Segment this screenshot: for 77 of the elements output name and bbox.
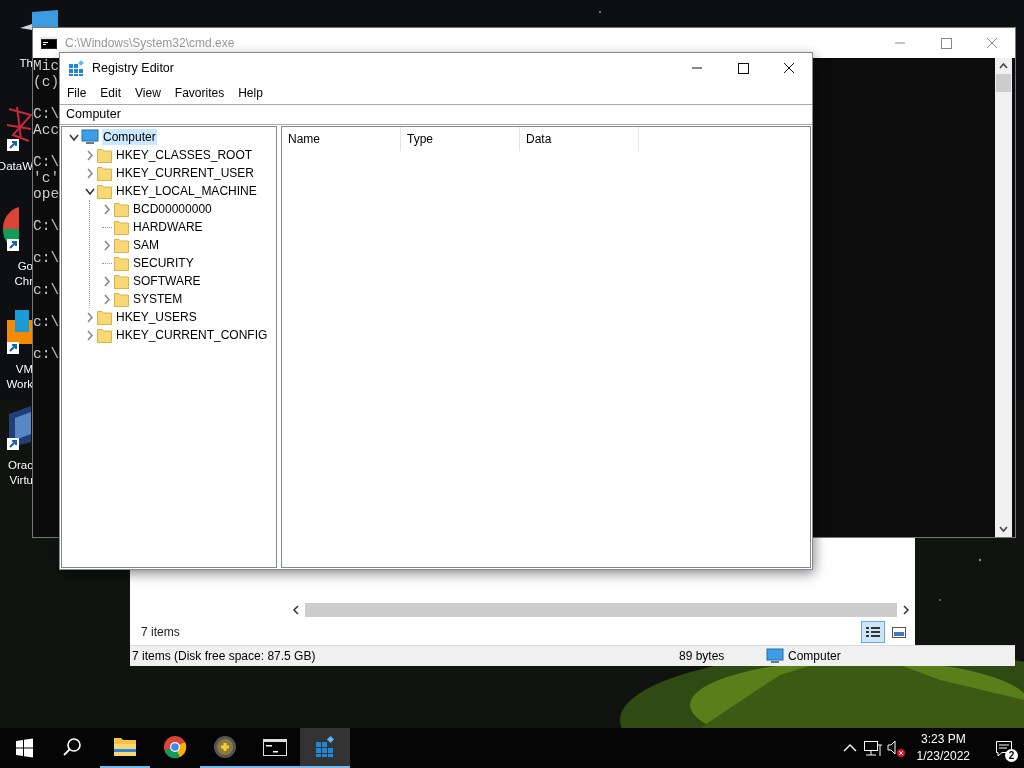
scroll-left-icon[interactable] (290, 603, 302, 617)
tree-item[interactable]: HKEY_USERS (115, 309, 198, 325)
console-text: c:\ (33, 346, 60, 362)
folder-icon (97, 327, 112, 343)
tree-item[interactable]: HKEY_LOCAL_MACHINE (115, 183, 258, 199)
tree-item[interactable]: HKEY_CLASSES_ROOT (115, 147, 254, 163)
window-title: C:\Windows\System32\cmd.exe (65, 36, 236, 50)
tree-item[interactable]: HKEY_CURRENT_CONFIG (115, 327, 269, 343)
scroll-right-icon[interactable] (900, 603, 912, 617)
folder-icon (114, 255, 129, 271)
console-text: Acc (33, 122, 60, 138)
icon-label[interactable]: Work (6, 377, 33, 392)
console-text: 'c' (33, 170, 60, 186)
icon-label[interactable]: Go (17, 259, 33, 274)
tree-item[interactable]: SOFTWARE (132, 273, 202, 289)
monitor-icon (766, 648, 784, 664)
window-title: Registry Editor (92, 61, 175, 75)
icon-label[interactable]: Virtu (9, 473, 33, 488)
console-text: ope (33, 186, 60, 202)
console-text: Mic (33, 58, 60, 74)
status-text: 89 bytes (678, 649, 726, 663)
clock[interactable]: 3:23 PM 1/23/2022 (908, 731, 978, 765)
folder-icon (114, 291, 129, 307)
tree-item[interactable]: Computer (102, 129, 157, 145)
console-icon (41, 37, 57, 49)
icon-label[interactable]: VM (15, 362, 33, 377)
tree-item[interactable]: SECURITY (132, 255, 195, 271)
notification-count: 2 (1005, 749, 1018, 762)
status-text: Computer (788, 649, 841, 663)
address-field[interactable]: Computer (60, 104, 812, 125)
chevron-right-icon[interactable] (101, 202, 113, 216)
tree-item[interactable]: SAM (132, 237, 160, 253)
tree-item[interactable]: HARDWARE (132, 219, 204, 235)
folder-icon (114, 273, 129, 289)
tree-item[interactable]: SYSTEM (132, 291, 184, 307)
folder-icon (114, 237, 129, 253)
folder-icon (97, 165, 112, 181)
console-text: c:\ (33, 282, 60, 298)
console-text: c:\ (33, 314, 60, 330)
console-text: C:\ (33, 106, 60, 122)
column-header[interactable]: Name (282, 127, 401, 151)
scrollbar-thumb[interactable] (996, 74, 1011, 92)
taskbar-button[interactable] (300, 728, 350, 768)
chevron-right-icon[interactable] (101, 292, 113, 306)
menu-item[interactable]: View (128, 86, 168, 100)
status-text: 7 items (Disk free space: 87.5 GB) (131, 649, 317, 663)
item-count: 7 items (141, 624, 180, 639)
column-header[interactable]: Type (401, 127, 520, 151)
tree-item[interactable]: HKEY_CURRENT_USER (115, 165, 256, 181)
cubes-icon (68, 60, 84, 76)
console-text: (c) (33, 74, 60, 90)
monitor-icon (81, 129, 99, 145)
icon-label[interactable]: Th (19, 56, 33, 71)
folder-icon (114, 219, 129, 235)
notifications-button[interactable]: 2 (984, 728, 1024, 768)
details-view-button[interactable] (861, 620, 885, 643)
icon-label[interactable]: Chr (14, 274, 33, 289)
menu-item[interactable]: Help (231, 86, 270, 100)
console-text: c:\ (33, 250, 60, 266)
message-icon (994, 738, 1014, 758)
folder-icon (97, 309, 112, 325)
chevron-right-icon[interactable] (84, 310, 96, 324)
console-text: C:\ (33, 218, 60, 234)
tree-item[interactable]: BCD00000000 (132, 201, 213, 217)
scrollbar-thumb[interactable] (305, 603, 897, 617)
menu-item[interactable]: Favorites (167, 86, 232, 100)
chevron-right-icon[interactable] (84, 328, 96, 342)
icon-label[interactable]: Orac (8, 458, 33, 473)
chevron-right-icon[interactable] (101, 238, 113, 252)
menu-item[interactable]: Edit (93, 86, 129, 100)
folder-icon (97, 147, 112, 163)
console-text: C:\ (33, 154, 60, 170)
folder-icon (97, 183, 112, 199)
chevron-right-icon[interactable] (101, 274, 113, 288)
menu-item[interactable]: File (60, 86, 94, 100)
folder-icon (114, 201, 129, 217)
column-header[interactable]: Data (520, 127, 639, 151)
